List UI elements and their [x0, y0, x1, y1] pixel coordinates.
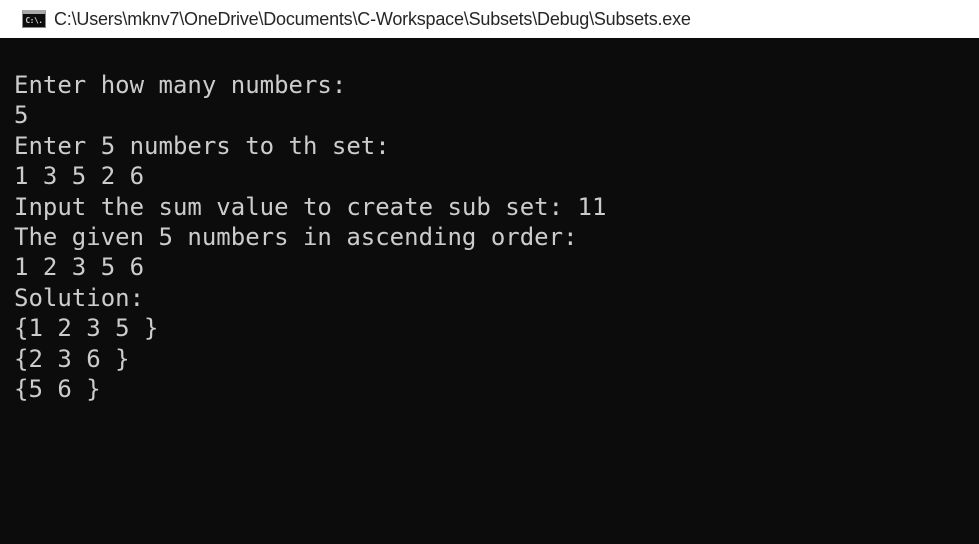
- console-line: {5 6 }: [14, 374, 101, 403]
- console-window: C:\. C:\Users\mknv7\OneDrive\Documents\C…: [0, 0, 979, 544]
- console-output[interactable]: Enter how many numbers: 5 Enter 5 number…: [14, 66, 979, 544]
- console-icon-glyph: C:\.: [25, 15, 43, 25]
- title-bar[interactable]: C:\. C:\Users\mknv7\OneDrive\Documents\C…: [0, 0, 979, 38]
- window-title: C:\Users\mknv7\OneDrive\Documents\C-Work…: [54, 8, 691, 29]
- console-window-icon[interactable]: C:\.: [22, 10, 46, 28]
